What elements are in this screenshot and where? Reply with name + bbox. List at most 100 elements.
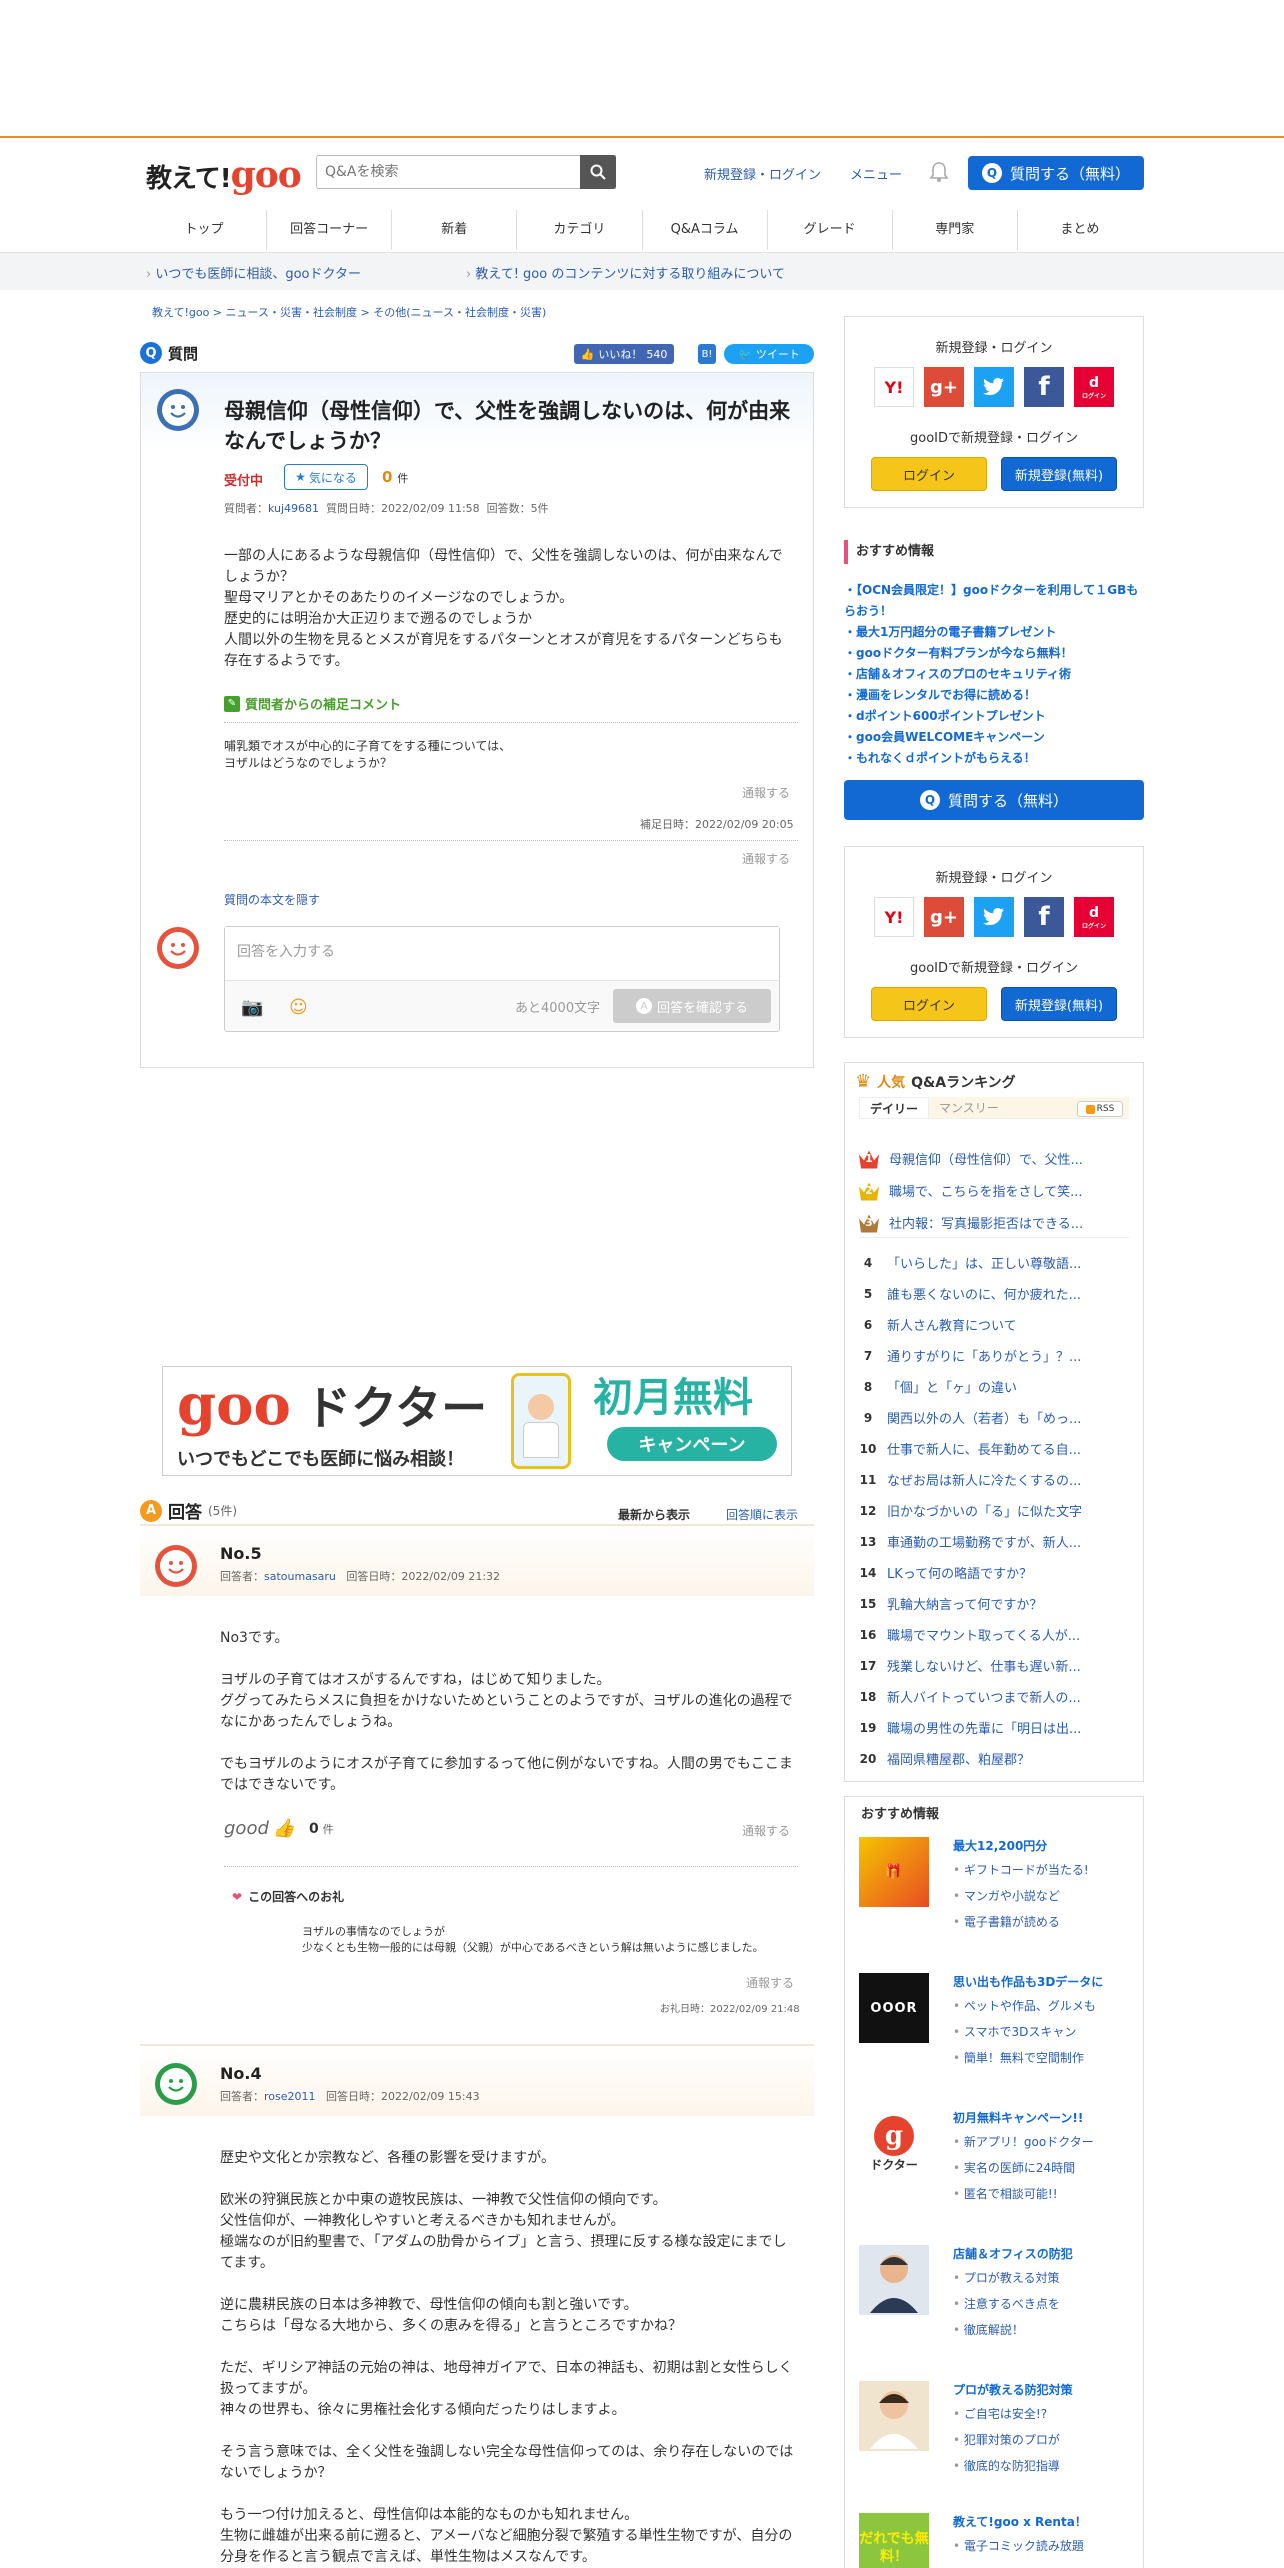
questioner-avatar — [156, 388, 200, 432]
report-link[interactable]: 通報する — [742, 850, 790, 867]
like-button[interactable]: 👍 いいね！ 540 — [574, 344, 674, 364]
report-link[interactable]: 通報する — [742, 784, 790, 801]
goo-doctor-banner[interactable]: goo ドクター いつでもどこでも医師に悩み相談！ 初月無料 キャンペーン — [162, 1366, 792, 1476]
gooid-title: gooIDで新規登録・ログイン — [909, 961, 1078, 976]
docomo-icon[interactable]: d ログイン — [1074, 897, 1114, 937]
ranking-item-label: 母親信仰（母性信仰）で、父性... — [889, 1153, 1083, 1168]
docomo-icon[interactable]: d ログイン — [1074, 367, 1114, 407]
osusume-item[interactable]: だれでも無料！ 教えて!goo x Renta！ 電子コミック読み放題 — [859, 2513, 1139, 2568]
ranking-item-label: 職場で、こちらを指をさして笑... — [889, 1185, 1083, 1200]
good-button[interactable]: good 👍 0件 — [224, 1818, 334, 1839]
hatena-bookmark-icon[interactable]: B! — [698, 344, 716, 364]
ranking-item[interactable]: 10 仕事で新人に、長年勤めてる自... — [859, 1433, 1129, 1464]
supplement-date: 補足日時：2022/02/09 20:05 — [640, 818, 794, 831]
ranking-item[interactable]: 14 LKって何の略語ですか？ — [859, 1557, 1129, 1588]
sidebar-ask-button[interactable]: Q 質問する（無料） — [844, 780, 1144, 820]
osusume-item[interactable]: 店舗＆オフィスの防犯 プロが教える対策 注意するべき点を 徹底解説！ — [859, 2245, 1139, 2355]
osusume-item[interactable]: gドクター 初月無料キャンペーン!! 新アプリ！gooドクター 実名の医師に24… — [859, 2109, 1139, 2219]
nav-top[interactable]: トップ — [142, 210, 268, 250]
answerer-link[interactable]: rose2011 — [264, 2090, 316, 2103]
google-plus-icon[interactable]: g+ — [924, 367, 964, 407]
hide-body-link[interactable]: 質問の本文を隠す — [224, 891, 320, 908]
breadcrumb-item[interactable]: 教えて!goo — [152, 306, 209, 319]
yahoo-icon[interactable]: Y! — [874, 367, 914, 407]
login-button[interactable]: ログイン — [871, 457, 987, 491]
site-logo[interactable]: 教えて!goo — [146, 154, 302, 196]
yahoo-icon[interactable]: Y! — [874, 897, 914, 937]
twitter-icon[interactable] — [974, 897, 1014, 937]
ranking-item[interactable]: 17 残業しないけど、仕事も遅い新... — [859, 1650, 1129, 1681]
search-button[interactable] — [580, 155, 616, 189]
twitter-icon[interactable] — [974, 367, 1014, 407]
info-link-doctor[interactable]: › いつでも医師に相談、gooドクター — [146, 263, 361, 282]
info-link-content-policy[interactable]: › 教えて! goo のコンテンツに対する取り組みについて — [466, 263, 785, 282]
questioner-link[interactable]: kuj49681 — [268, 502, 319, 515]
ranking-item[interactable]: 20 福岡県糟屋郡、粕屋郡？ — [859, 1743, 1129, 1774]
recommend-link[interactable]: ・もれなくｄポイントがもらえる！ — [844, 748, 1144, 769]
ranking-item[interactable]: 3 社内報：写真撮影拒否はできる... — [859, 1207, 1129, 1238]
ranking-item[interactable]: 11 なぜお局は新人に冷たくするの... — [859, 1464, 1129, 1495]
rss-button[interactable]: RSS — [1077, 1101, 1123, 1117]
register-login-link[interactable]: 新規登録・ログイン — [704, 164, 821, 183]
emoji-icon[interactable]: ☺ — [289, 997, 308, 1018]
ranking-item[interactable]: 9 関西以外の人（若者）も「めっ... — [859, 1402, 1129, 1433]
renta-thumbnail: だれでも無料！ — [859, 2513, 929, 2568]
report-link[interactable]: 通報する — [742, 1822, 790, 1839]
recommend-link[interactable]: ・【OCN会員限定！】gooドクターを利用して１GBもらおう！ — [844, 580, 1144, 622]
recommend-link[interactable]: ・店舗＆オフィスのプロのセキュリティ術 — [844, 664, 1144, 685]
answer-input[interactable]: 回答を入力する — [225, 927, 779, 981]
kininaru-button[interactable]: ★ 気になる — [284, 464, 368, 490]
osusume-item[interactable]: 🎁 最大12,200円分 ギフトコードが当たる! マンガや小説など 電子書籍が読… — [859, 1837, 1139, 1947]
nav-qa-column[interactable]: Q&Aコラム — [643, 210, 768, 250]
nav-matome[interactable]: まとめ — [1018, 210, 1142, 250]
tab-daily[interactable]: デイリー — [859, 1097, 930, 1118]
register-button[interactable]: 新規登録(無料) — [1001, 987, 1117, 1021]
breadcrumb-item[interactable]: その他(ニュース・社会制度・災害) — [373, 306, 546, 319]
ranking-item[interactable]: 15 乳輪大納言って何ですか？ — [859, 1588, 1129, 1619]
menu-link[interactable]: メニュー — [850, 164, 902, 183]
osusume-item[interactable]: OOOR 思い出も作品も3Dデータに ペットや作品、グルメも スマホで3Dスキャ… — [859, 1973, 1139, 2083]
ranking-item[interactable]: 18 新人バイトっていつまで新人の... — [859, 1681, 1129, 1712]
twitter-icon: 🐦 — [738, 347, 752, 361]
ranking-item[interactable]: 13 車通勤の工場勤務ですが、新人... — [859, 1526, 1129, 1557]
nav-answer-corner[interactable]: 回答コーナー — [267, 210, 393, 250]
confirm-answer-button[interactable]: A 回答を確認する — [613, 989, 771, 1023]
recommend-link[interactable]: ・最大1万円超分の電子書籍プレゼント — [844, 622, 1144, 643]
facebook-icon[interactable]: f — [1024, 367, 1064, 407]
sort-newest[interactable]: 最新から表示 — [618, 1506, 690, 1523]
ranking-item[interactable]: 4 「いらした」は、正しい尊敬語... — [859, 1247, 1129, 1278]
ranking-item[interactable]: 16 職場でマウント取ってくる人が... — [859, 1619, 1129, 1650]
camera-icon[interactable]: 📷 — [241, 997, 263, 1018]
facebook-icon[interactable]: f — [1024, 897, 1064, 937]
ranking-item[interactable]: 6 新人さん教育について — [859, 1309, 1129, 1340]
login-button[interactable]: ログイン — [871, 987, 987, 1021]
ranking-item[interactable]: 19 職場の男性の先輩に「明日は出... — [859, 1712, 1129, 1743]
nav-grade[interactable]: グレード — [768, 210, 893, 250]
bell-icon[interactable] — [928, 160, 950, 184]
ask-question-button[interactable]: Q 質問する（無料） — [968, 156, 1144, 190]
nav-new[interactable]: 新着 — [392, 210, 518, 250]
osusume-item[interactable]: プロが教える防犯対策 ご自宅は安全!? 犯罪対策のプロが 徹底的な防犯指導 — [859, 2381, 1139, 2491]
ranking-item[interactable]: 12 旧かなづかいの「る」に似た文字 — [859, 1495, 1129, 1526]
ranking-item[interactable]: 7 通りすがりに「ありがとう」？... — [859, 1340, 1129, 1371]
nav-category[interactable]: カテゴリ — [517, 210, 643, 250]
recommend-link[interactable]: ・goo会員WELCOMEキャンペーン — [844, 727, 1144, 748]
recommend-title: おすすめ情報 — [844, 540, 1144, 564]
nav-expert[interactable]: 専門家 — [893, 210, 1018, 250]
ranking-item[interactable]: 1 母親信仰（母性信仰）で、父性... — [859, 1143, 1129, 1174]
ranking-item[interactable]: 5 誰も悪くないのに、何か疲れた... — [859, 1278, 1129, 1309]
ranking-item[interactable]: 8 「個」と「ヶ」の違い — [859, 1371, 1129, 1402]
tab-monthly[interactable]: マンスリー — [929, 1097, 1009, 1118]
google-plus-icon[interactable]: g+ — [924, 897, 964, 937]
recommend-link[interactable]: ・gooドクター有料プランが今なら無料！ — [844, 643, 1144, 664]
report-link[interactable]: 通報する — [746, 1974, 794, 1991]
sort-oldest[interactable]: 回答順に表示 — [726, 1506, 798, 1523]
recommend-link[interactable]: ・漫画をレンタルでお得に読める！ — [844, 685, 1144, 706]
tweet-button[interactable]: 🐦 ツイート — [724, 344, 814, 364]
search-input[interactable] — [316, 155, 616, 189]
answerer-link[interactable]: satoumasaru — [264, 1570, 336, 1583]
register-button[interactable]: 新規登録(無料) — [1001, 457, 1117, 491]
breadcrumb-item[interactable]: ニュース・災害・社会制度 — [226, 306, 357, 319]
ranking-item[interactable]: 2 職場で、こちらを指をさして笑... — [859, 1175, 1129, 1206]
recommend-link[interactable]: ・dポイント600ポイントプレゼント — [844, 706, 1144, 727]
